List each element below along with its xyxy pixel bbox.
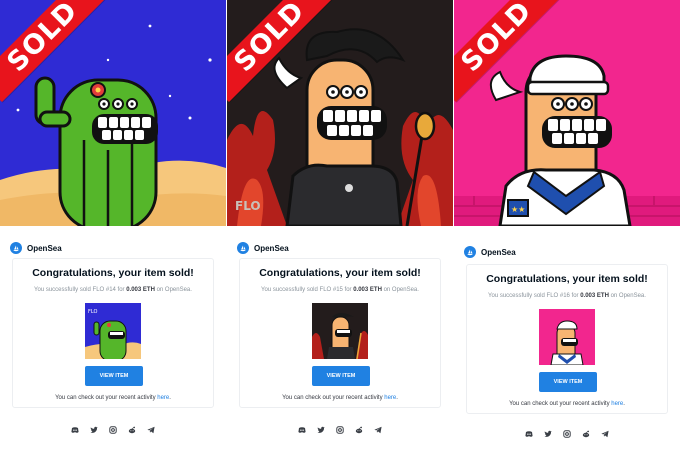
email-column-flo-15: FLO SOLD OpenSea Congratulations, your i… xyxy=(227,0,453,453)
activity-note-text: You can check out your recent activity xyxy=(282,395,383,401)
twitter-icon[interactable] xyxy=(90,426,98,434)
twitter-icon[interactable] xyxy=(317,426,325,434)
instagram-icon[interactable] xyxy=(563,430,571,438)
item-thumbnail[interactable] xyxy=(312,303,368,359)
art-signature: FLO xyxy=(235,199,261,213)
activity-note: You can check out your recent activity h… xyxy=(13,395,213,401)
email-body: OpenSea Congratulations, your item sold!… xyxy=(227,226,453,453)
opensea-brand-label: OpenSea xyxy=(254,243,289,253)
sale-summary-suffix: on OpenSea. xyxy=(610,293,646,299)
social-links xyxy=(0,426,226,434)
telegram-icon[interactable] xyxy=(374,426,382,434)
view-item-button[interactable]: VIEW ITEM xyxy=(312,366,370,386)
sale-summary-prefix: You successfully sold FLO #15 for xyxy=(261,287,352,293)
opensea-logo-icon xyxy=(10,242,22,254)
opensea-brand[interactable]: OpenSea xyxy=(237,242,289,254)
sale-summary-suffix: on OpenSea. xyxy=(156,287,192,293)
twitter-icon[interactable] xyxy=(544,430,552,438)
activity-note: You can check out your recent activity h… xyxy=(467,401,667,407)
item-thumbnail[interactable]: FLO xyxy=(85,303,141,359)
activity-here-link[interactable]: here xyxy=(384,395,396,401)
activity-here-link[interactable]: here xyxy=(611,401,623,407)
card-title: Congratulations, your item sold! xyxy=(259,267,421,279)
sale-summary-prefix: You successfully sold FLO #16 for xyxy=(488,293,579,299)
activity-note: You can check out your recent activity h… xyxy=(240,395,440,401)
discord-icon[interactable] xyxy=(298,426,306,434)
opensea-brand[interactable]: OpenSea xyxy=(464,246,516,258)
activity-note-text: You can check out your recent activity xyxy=(55,395,156,401)
telegram-icon[interactable] xyxy=(601,430,609,438)
activity-here-link[interactable]: here xyxy=(157,395,169,401)
item-thumbnail[interactable] xyxy=(539,309,595,365)
sale-summary-suffix: on OpenSea. xyxy=(383,287,419,293)
sale-notification-card: Congratulations, your item sold! You suc… xyxy=(239,258,441,408)
activity-note-text: You can check out your recent activity xyxy=(509,401,610,407)
sale-summary-prefix: You successfully sold FLO #14 for xyxy=(34,287,125,293)
instagram-icon[interactable] xyxy=(336,426,344,434)
nft-artwork-cactus: SOLD xyxy=(0,0,226,226)
opensea-logo-icon xyxy=(464,246,476,258)
svg-text:★★: ★★ xyxy=(511,205,525,214)
opensea-logo-icon xyxy=(237,242,249,254)
nft-artwork-sailor: ★★ SOLD xyxy=(454,0,680,226)
sale-summary: You successfully sold FLO #15 for 0.003 … xyxy=(240,287,440,293)
sale-price: 0.003 ETH xyxy=(126,287,155,293)
email-column-flo-14: SOLD OpenSea Congratulations, your item … xyxy=(0,0,226,453)
reddit-icon[interactable] xyxy=(128,426,136,434)
sale-summary: You successfully sold FLO #14 for 0.003 … xyxy=(13,287,213,293)
activity-note-end: . xyxy=(396,395,398,401)
discord-icon[interactable] xyxy=(525,430,533,438)
sale-notification-card: Congratulations, your item sold! You suc… xyxy=(12,258,214,408)
social-links xyxy=(454,430,680,438)
opensea-brand-label: OpenSea xyxy=(481,247,516,257)
social-links xyxy=(227,426,453,434)
sale-price: 0.003 ETH xyxy=(353,287,382,293)
sale-summary: You successfully sold FLO #16 for 0.003 … xyxy=(467,293,667,299)
email-column-flo-16: ★★ SOLD OpenSea Congratulations, your it… xyxy=(454,0,680,453)
opensea-brand-label: OpenSea xyxy=(27,243,62,253)
nft-artwork-rocker: FLO SOLD xyxy=(227,0,453,226)
card-title: Congratulations, your item sold! xyxy=(486,273,648,285)
view-item-button[interactable]: VIEW ITEM xyxy=(85,366,143,386)
activity-note-end: . xyxy=(623,401,625,407)
svg-text:FLO: FLO xyxy=(88,309,97,315)
discord-icon[interactable] xyxy=(71,426,79,434)
activity-note-end: . xyxy=(169,395,171,401)
telegram-icon[interactable] xyxy=(147,426,155,434)
instagram-icon[interactable] xyxy=(109,426,117,434)
sale-notification-card: Congratulations, your item sold! You suc… xyxy=(466,264,668,414)
view-item-button[interactable]: VIEW ITEM xyxy=(539,372,597,392)
card-title: Congratulations, your item sold! xyxy=(32,267,194,279)
reddit-icon[interactable] xyxy=(582,430,590,438)
reddit-icon[interactable] xyxy=(355,426,363,434)
sale-price: 0.003 ETH xyxy=(580,293,609,299)
email-body: OpenSea Congratulations, your item sold!… xyxy=(454,226,680,453)
email-body: OpenSea Congratulations, your item sold!… xyxy=(0,226,226,453)
opensea-brand[interactable]: OpenSea xyxy=(10,242,62,254)
